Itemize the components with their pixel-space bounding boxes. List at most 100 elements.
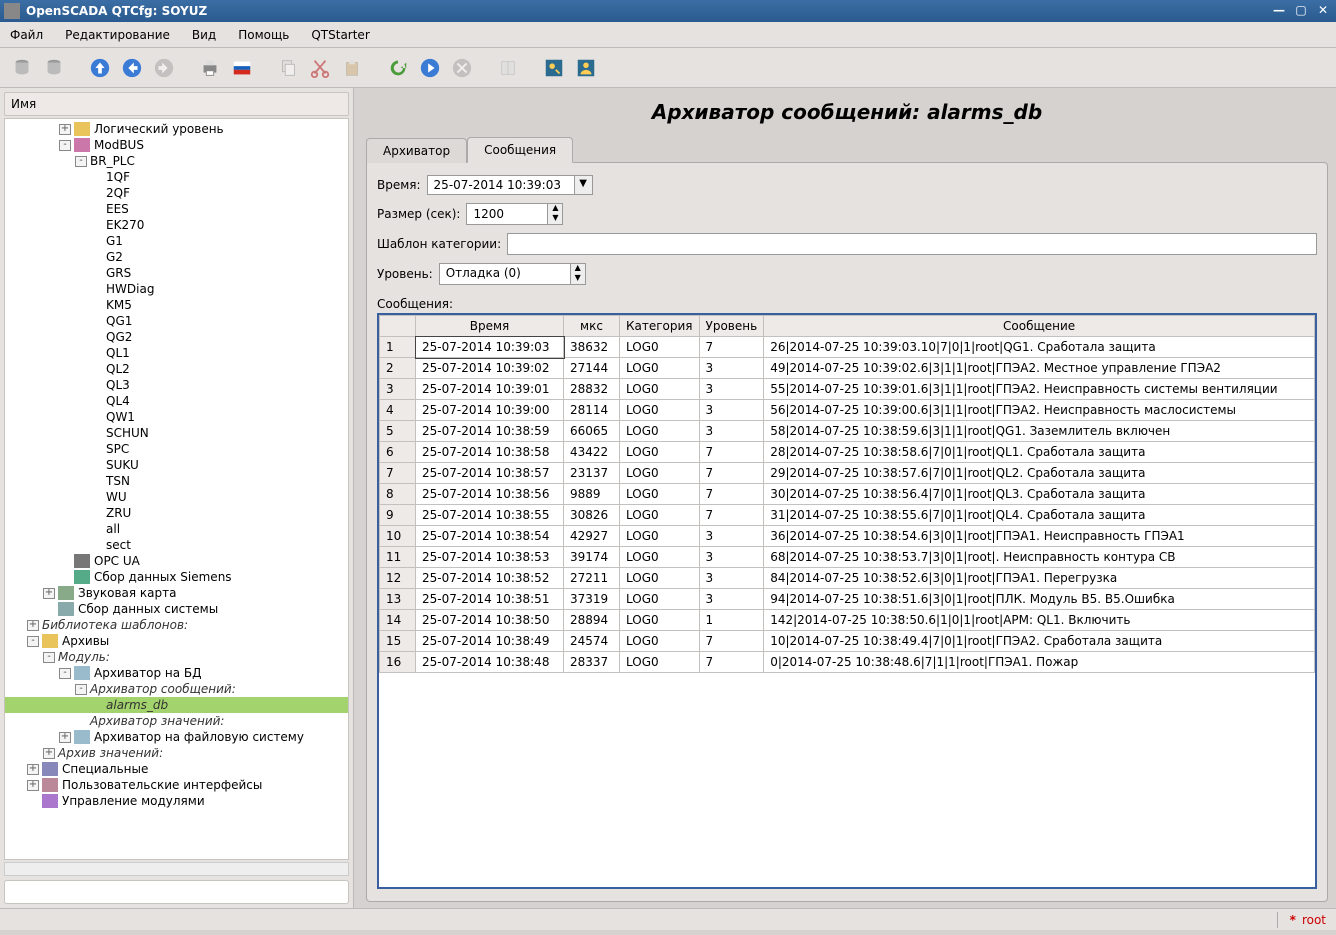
col-level[interactable]: Уровень xyxy=(699,316,764,337)
cell-mcs[interactable]: 28894 xyxy=(564,610,620,631)
nav-back-icon[interactable] xyxy=(118,54,146,82)
expand-icon[interactable]: + xyxy=(27,764,39,775)
tree-node[interactable]: QL2 xyxy=(5,361,348,377)
table-row[interactable]: 625-07-2014 10:38:5843422LOG0728|2014-07… xyxy=(380,442,1315,463)
col-time[interactable]: Время xyxy=(416,316,564,337)
menu-edit[interactable]: Редактирование xyxy=(65,28,170,42)
cell-mcs[interactable]: 37319 xyxy=(564,589,620,610)
cell-time[interactable]: 25-07-2014 10:39:02 xyxy=(416,358,564,379)
cell-n[interactable]: 1 xyxy=(380,337,416,358)
cell-lvl[interactable]: 7 xyxy=(699,631,764,652)
tree-node[interactable]: QL4 xyxy=(5,393,348,409)
cell-cat[interactable]: LOG0 xyxy=(620,526,700,547)
cell-lvl[interactable]: 3 xyxy=(699,526,764,547)
tree-node[interactable]: all xyxy=(5,521,348,537)
tree-node[interactable]: KM5 xyxy=(5,297,348,313)
tree-node[interactable]: GRS xyxy=(5,265,348,281)
tree[interactable]: +Логический уровень-ModBUS-BR_PLC1QF2QFE… xyxy=(4,118,349,860)
tree-node[interactable]: EES xyxy=(5,201,348,217)
expand-icon[interactable]: + xyxy=(43,748,55,759)
cell-lvl[interactable]: 7 xyxy=(699,442,764,463)
cell-time[interactable]: 25-07-2014 10:38:50 xyxy=(416,610,564,631)
cell-time[interactable]: 25-07-2014 10:38:59 xyxy=(416,421,564,442)
tree-node[interactable]: SPC xyxy=(5,441,348,457)
tab-messages[interactable]: Сообщения xyxy=(467,137,573,163)
cell-msg[interactable]: 84|2014-07-25 10:38:52.6|3|0|1|root|ГПЭА… xyxy=(764,568,1315,589)
nav-up-icon[interactable] xyxy=(86,54,114,82)
tree-node[interactable]: SCHUN xyxy=(5,425,348,441)
tree-node[interactable]: 2QF xyxy=(5,185,348,201)
tree-node[interactable]: Архиватор значений: xyxy=(5,713,348,729)
cell-cat[interactable]: LOG0 xyxy=(620,379,700,400)
table-row[interactable]: 325-07-2014 10:39:0128832LOG0355|2014-07… xyxy=(380,379,1315,400)
cell-lvl[interactable]: 7 xyxy=(699,652,764,673)
cell-n[interactable]: 8 xyxy=(380,484,416,505)
cell-time[interactable]: 25-07-2014 10:38:54 xyxy=(416,526,564,547)
user-manage-icon[interactable] xyxy=(572,54,600,82)
table-row[interactable]: 925-07-2014 10:38:5530826LOG0731|2014-07… xyxy=(380,505,1315,526)
cell-mcs[interactable]: 42927 xyxy=(564,526,620,547)
collapse-icon[interactable]: - xyxy=(59,140,71,151)
cell-msg[interactable]: 49|2014-07-25 10:39:02.6|3|1|1|root|ГПЭА… xyxy=(764,358,1315,379)
maximize-button[interactable]: ▢ xyxy=(1292,3,1310,19)
cell-cat[interactable]: LOG0 xyxy=(620,421,700,442)
cell-n[interactable]: 3 xyxy=(380,379,416,400)
table-row[interactable]: 1625-07-2014 10:38:4828337LOG070|2014-07… xyxy=(380,652,1315,673)
size-spin-down-icon[interactable]: ▼ xyxy=(548,214,562,224)
cell-time[interactable]: 25-07-2014 10:38:56 xyxy=(416,484,564,505)
tree-node[interactable]: +Архив значений: xyxy=(5,745,348,761)
expand-icon[interactable]: + xyxy=(27,620,39,631)
cell-cat[interactable]: LOG0 xyxy=(620,589,700,610)
cell-cat[interactable]: LOG0 xyxy=(620,547,700,568)
messages-table[interactable]: Время мкс Категория Уровень Сообщение 12… xyxy=(377,313,1317,889)
cell-n[interactable]: 2 xyxy=(380,358,416,379)
db-save-icon[interactable] xyxy=(40,54,68,82)
cell-lvl[interactable]: 7 xyxy=(699,484,764,505)
cell-msg[interactable]: 31|2014-07-25 10:38:55.6|7|0|1|root|QL4.… xyxy=(764,505,1315,526)
cell-mcs[interactable]: 24574 xyxy=(564,631,620,652)
cell-cat[interactable]: LOG0 xyxy=(620,568,700,589)
tree-node[interactable]: +Логический уровень xyxy=(5,121,348,137)
cell-mcs[interactable]: 66065 xyxy=(564,421,620,442)
language-icon[interactable] xyxy=(228,54,256,82)
cell-lvl[interactable]: 7 xyxy=(699,505,764,526)
cell-time[interactable]: 25-07-2014 10:38:49 xyxy=(416,631,564,652)
cell-lvl[interactable]: 3 xyxy=(699,358,764,379)
cell-lvl[interactable]: 1 xyxy=(699,610,764,631)
col-mcs[interactable]: мкс xyxy=(564,316,620,337)
table-row[interactable]: 1025-07-2014 10:38:5442927LOG0336|2014-0… xyxy=(380,526,1315,547)
table-row[interactable]: 425-07-2014 10:39:0028114LOG0356|2014-07… xyxy=(380,400,1315,421)
cell-time[interactable]: 25-07-2014 10:39:03 xyxy=(416,337,564,358)
cell-cat[interactable]: LOG0 xyxy=(620,484,700,505)
nav-forward-icon[interactable] xyxy=(150,54,178,82)
col-category[interactable]: Категория xyxy=(620,316,700,337)
cell-n[interactable]: 10 xyxy=(380,526,416,547)
collapse-icon[interactable]: - xyxy=(59,668,71,679)
print-icon[interactable] xyxy=(196,54,224,82)
command-input[interactable] xyxy=(4,880,349,904)
tree-node[interactable]: 1QF xyxy=(5,169,348,185)
tree-node[interactable]: +Пользовательские интерфейсы xyxy=(5,777,348,793)
cell-mcs[interactable]: 38632 xyxy=(564,337,620,358)
tab-archiver[interactable]: Архиватор xyxy=(366,138,467,163)
tree-node[interactable]: G2 xyxy=(5,249,348,265)
table-row[interactable]: 125-07-2014 10:39:0338632LOG0726|2014-07… xyxy=(380,337,1315,358)
copy-icon[interactable] xyxy=(274,54,302,82)
expand-icon[interactable]: + xyxy=(59,124,71,135)
cell-mcs[interactable]: 9889 xyxy=(564,484,620,505)
menu-help[interactable]: Помощь xyxy=(238,28,289,42)
cell-time[interactable]: 25-07-2014 10:38:57 xyxy=(416,463,564,484)
cell-time[interactable]: 25-07-2014 10:38:48 xyxy=(416,652,564,673)
tree-node[interactable]: +Звуковая карта xyxy=(5,585,348,601)
menu-view[interactable]: Вид xyxy=(192,28,216,42)
cell-cat[interactable]: LOG0 xyxy=(620,631,700,652)
paste-icon[interactable] xyxy=(338,54,366,82)
cell-n[interactable]: 11 xyxy=(380,547,416,568)
cut-icon[interactable] xyxy=(306,54,334,82)
cell-n[interactable]: 12 xyxy=(380,568,416,589)
tree-node[interactable]: TSN xyxy=(5,473,348,489)
cell-n[interactable]: 16 xyxy=(380,652,416,673)
tree-node[interactable]: sect xyxy=(5,537,348,553)
cell-n[interactable]: 5 xyxy=(380,421,416,442)
table-row[interactable]: 725-07-2014 10:38:5723137LOG0729|2014-07… xyxy=(380,463,1315,484)
